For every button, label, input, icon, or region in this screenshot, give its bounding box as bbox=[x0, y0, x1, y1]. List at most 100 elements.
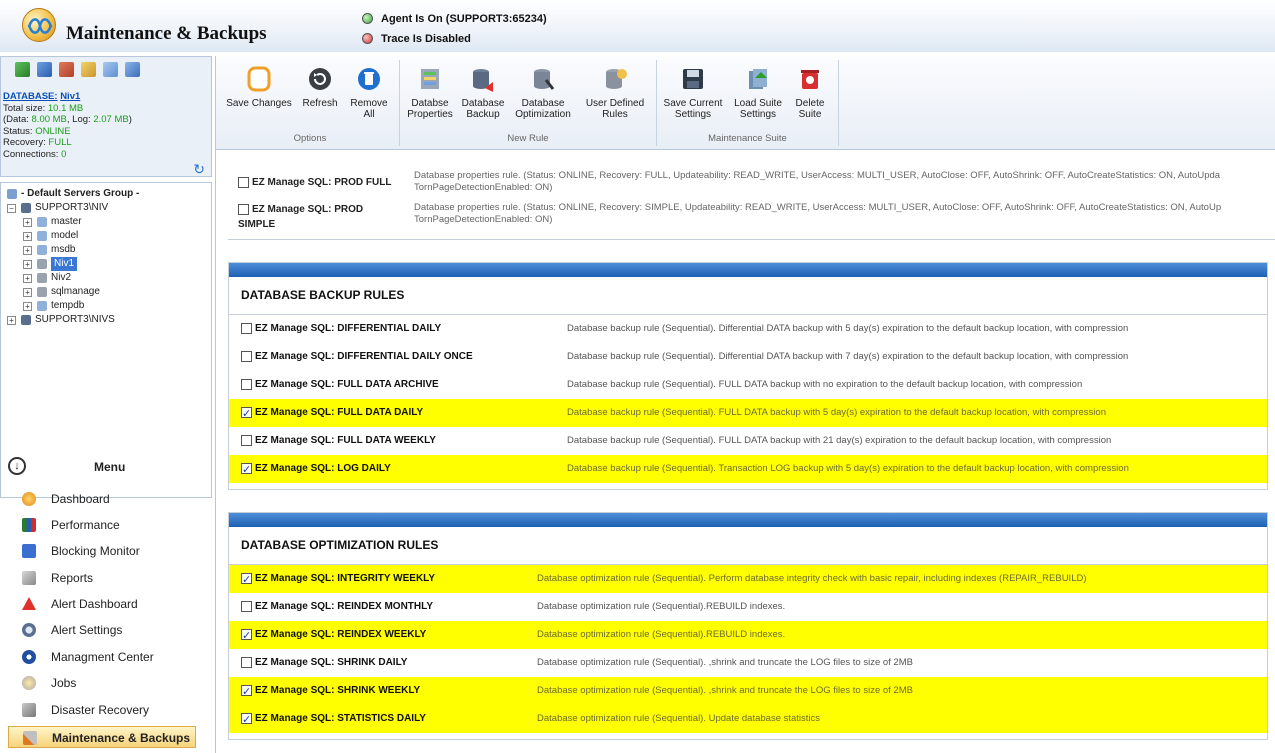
main-pane: Save Changes Refresh Remove All Options D… bbox=[215, 56, 1275, 753]
rule-description: Database optimization rule (Sequential).… bbox=[537, 573, 1087, 584]
menu-item-managment-center[interactable]: Managment Center bbox=[8, 646, 196, 668]
rule-description: Database backup rule (Sequential). Diffe… bbox=[567, 351, 1129, 362]
expand-icon[interactable]: + bbox=[7, 316, 16, 325]
refresh-icon[interactable]: ↻ bbox=[193, 161, 205, 178]
menu-item-dashboard[interactable]: Dashboard bbox=[8, 488, 196, 510]
collapse-icon[interactable]: − bbox=[7, 204, 16, 213]
database-label: master bbox=[51, 216, 82, 227]
menu-item-maintenance-backups[interactable]: Maintenance & Backups bbox=[8, 726, 196, 748]
app-header: Maintenance & Backups Agent Is On (SUPPO… bbox=[0, 0, 1275, 52]
rule-checkbox[interactable] bbox=[241, 601, 252, 612]
save-changes-button[interactable]: Save Changes bbox=[226, 66, 292, 109]
database-label: Niv2 bbox=[51, 272, 72, 283]
backup-rule-row[interactable]: EZ Manage SQL: FULL DATA WEEKLY Database… bbox=[229, 427, 1267, 455]
tree-server-support3-nivs[interactable]: + SUPPORT3\NIVS bbox=[5, 313, 211, 327]
database-backup-button[interactable]: Database Backup bbox=[460, 66, 506, 120]
menu-item-alert-settings[interactable]: Alert Settings bbox=[8, 619, 196, 641]
optimization-rule-row-checked[interactable]: EZ Manage SQL: INTEGRITY WEEKLY Database… bbox=[229, 565, 1267, 594]
rule-checkbox[interactable] bbox=[241, 351, 252, 362]
database-optimization-button[interactable]: Database Optimization bbox=[510, 66, 576, 120]
menu-item-alert-dashboard[interactable]: Alert Dashboard bbox=[8, 593, 196, 615]
add-server-icon[interactable] bbox=[15, 62, 30, 77]
rule-checkbox-checked[interactable] bbox=[241, 622, 252, 650]
db-opt-label-1: Database bbox=[521, 98, 565, 109]
menu-item-jobs[interactable]: Jobs bbox=[8, 672, 196, 694]
backup-rule-row[interactable]: EZ Manage SQL: FULL DATA ARCHIVE Databas… bbox=[229, 371, 1267, 399]
menu-item-disaster-recovery[interactable]: Disaster Recovery bbox=[8, 699, 196, 721]
expand-icon[interactable]: + bbox=[23, 232, 32, 241]
warning-icon bbox=[22, 597, 36, 610]
backup-rule-row[interactable]: EZ Manage SQL: DIFFERENTIAL DAILY ONCE D… bbox=[229, 343, 1267, 371]
rule-checkbox[interactable] bbox=[238, 177, 249, 188]
menu-item-blocking-monitor[interactable]: Blocking Monitor bbox=[8, 540, 196, 562]
property-rule-row[interactable]: EZ Manage SQL: PROD FULL Database proper… bbox=[238, 170, 1275, 198]
delete-suite-button[interactable]: Delete Suite bbox=[792, 66, 828, 120]
server-list-icon[interactable] bbox=[37, 62, 52, 77]
db-props-label-1: Databse bbox=[411, 98, 449, 109]
menu-title: Menu bbox=[94, 460, 126, 474]
save-current-settings-button[interactable]: Save Current Settings bbox=[662, 66, 724, 120]
db-toolbar bbox=[15, 62, 147, 80]
trash-icon bbox=[356, 66, 382, 92]
optimization-rule-row-checked[interactable]: EZ Manage SQL: STATISTICS DAILY Database… bbox=[229, 705, 1267, 734]
tree-db-msdb[interactable]: + msdb bbox=[5, 243, 211, 257]
rule-checkbox-checked[interactable] bbox=[241, 678, 252, 706]
save-settings-label-1: Save Current bbox=[663, 98, 723, 109]
backup-rule-row[interactable]: EZ Manage SQL: DIFFERENTIAL DAILY Databa… bbox=[229, 315, 1267, 343]
expand-icon[interactable]: + bbox=[23, 260, 32, 269]
edit-server-icon[interactable] bbox=[81, 62, 96, 77]
database-properties-icon bbox=[417, 66, 443, 92]
rule-checkbox-checked[interactable] bbox=[241, 706, 252, 734]
db-name-label[interactable]: DATABASE: bbox=[3, 91, 58, 102]
remove-all-button[interactable]: Remove All bbox=[348, 66, 390, 120]
monitor-icon[interactable] bbox=[125, 62, 140, 77]
property-rule-row[interactable]: EZ Manage SQL: PROD SIMPLE Database prope… bbox=[238, 202, 1275, 234]
collapse-menu-icon[interactable]: ↓ bbox=[8, 457, 26, 475]
rule-checkbox[interactable] bbox=[238, 204, 249, 215]
menu-item-label: Managment Center bbox=[51, 650, 154, 664]
rule-name: EZ Manage SQL: SHRINK WEEKLY bbox=[255, 685, 421, 696]
tree-db-master[interactable]: + master bbox=[5, 215, 211, 229]
rule-description: Database backup rule (Sequential). FULL … bbox=[567, 435, 1112, 446]
backup-rule-row-checked[interactable]: EZ Manage SQL: FULL DATA DAILY Database … bbox=[229, 399, 1267, 428]
tree-db-niv2[interactable]: + Niv2 bbox=[5, 271, 211, 285]
optimization-rule-row[interactable]: EZ Manage SQL: SHRINK DAILY Database opt… bbox=[229, 649, 1267, 677]
menu-item-label: Alert Settings bbox=[51, 623, 123, 637]
remove-server-icon[interactable] bbox=[59, 62, 74, 77]
tree-db-tempdb[interactable]: + tempdb bbox=[5, 299, 211, 313]
tree-db-model[interactable]: + model bbox=[5, 229, 211, 243]
rule-name-line-1: EZ Manage SQL: PROD bbox=[252, 204, 364, 215]
menu-item-label: Disaster Recovery bbox=[51, 703, 150, 717]
optimization-rule-row-checked[interactable]: EZ Manage SQL: REINDEX WEEKLY Database o… bbox=[229, 621, 1267, 650]
expand-icon[interactable]: + bbox=[23, 218, 32, 227]
optimization-rule-row-checked[interactable]: EZ Manage SQL: SHRINK WEEKLY Database op… bbox=[229, 677, 1267, 706]
close-paren: ) bbox=[128, 114, 132, 125]
rule-description: Database optimization rule (Sequential).… bbox=[537, 685, 913, 696]
rule-checkbox[interactable] bbox=[241, 379, 252, 390]
rule-checkbox-checked[interactable] bbox=[241, 456, 252, 484]
menu-item-reports[interactable]: Reports bbox=[8, 567, 196, 589]
tree-server-support3-niv[interactable]: − SUPPORT3\NIV bbox=[5, 201, 211, 215]
refresh-button[interactable]: Refresh bbox=[300, 66, 340, 109]
optimization-rule-row[interactable]: EZ Manage SQL: REINDEX MONTHLY Database … bbox=[229, 593, 1267, 621]
expand-icon[interactable]: + bbox=[23, 274, 32, 283]
rule-name: EZ Manage SQL: PROD FULL bbox=[252, 177, 392, 188]
load-suite-settings-button[interactable]: Load Suite Settings bbox=[730, 66, 786, 120]
database-properties-button[interactable]: Databse Properties bbox=[405, 66, 455, 120]
expand-icon[interactable]: + bbox=[23, 288, 32, 297]
db-name-value[interactable]: Niv1 bbox=[60, 91, 80, 102]
expand-icon[interactable]: + bbox=[23, 302, 32, 311]
rule-checkbox[interactable] bbox=[241, 435, 252, 446]
rule-checkbox[interactable] bbox=[241, 657, 252, 668]
backup-rule-row-checked[interactable]: EZ Manage SQL: LOG DAILY Database backup… bbox=[229, 455, 1267, 484]
tree-db-sqlmanage[interactable]: + sqlmanage bbox=[5, 285, 211, 299]
expand-icon[interactable]: + bbox=[23, 246, 32, 255]
rule-checkbox-checked[interactable] bbox=[241, 400, 252, 428]
server-group[interactable]: - Default Servers Group - bbox=[5, 187, 211, 201]
rule-checkbox[interactable] bbox=[241, 323, 252, 334]
menu-item-performance[interactable]: Performance bbox=[8, 514, 196, 536]
user-defined-rules-button[interactable]: User Defined Rules bbox=[583, 66, 647, 120]
rule-checkbox-checked[interactable] bbox=[241, 566, 252, 594]
connect-icon[interactable] bbox=[103, 62, 118, 77]
tree-db-niv1[interactable]: + Niv1 bbox=[5, 257, 211, 271]
